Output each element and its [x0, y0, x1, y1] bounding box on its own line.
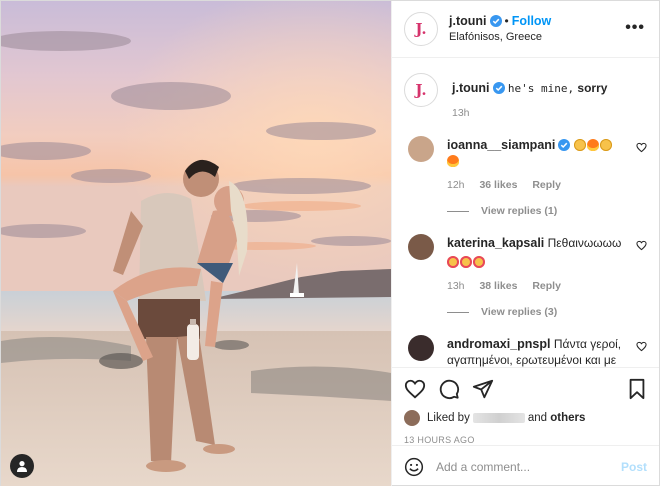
- caption-message-bold: sorry: [577, 81, 608, 95]
- comment-bubble-icon: [439, 379, 460, 400]
- comment-input[interactable]: [436, 459, 621, 474]
- share-button[interactable]: [472, 378, 494, 400]
- post-comment-button[interactable]: Post: [621, 460, 647, 474]
- emoji-smiley-icon[interactable]: [404, 457, 424, 477]
- star-struck-emoji-icon: [473, 256, 485, 268]
- like-comment-heart-icon[interactable]: [636, 142, 647, 153]
- post-header: J. j.touni • Follow Elafónisos, Greece •••: [392, 1, 659, 58]
- instagram-post-embed: J. j.touni • Follow Elafónisos, Greece •••…: [0, 0, 660, 486]
- heart-icon: [404, 379, 426, 399]
- action-icons-row: [404, 376, 647, 402]
- beach-couple-photo: [1, 1, 391, 486]
- comment-username[interactable]: ioanna__siampani: [447, 138, 555, 152]
- astonished-emoji-icon: [573, 139, 586, 151]
- avatar-logo-letter: J.: [415, 20, 427, 38]
- comment-text: ioanna__siampani: [447, 134, 625, 169]
- person-icon: [17, 461, 27, 472]
- comment-item: ioanna__siampani 12h 36 likes Reply View…: [404, 134, 647, 217]
- comment-item: andromaxi_pnspl Πάντα γεροί, αγαπημένοι,…: [404, 333, 647, 367]
- comment-likes[interactable]: 36 likes: [479, 179, 517, 191]
- post-time-ago[interactable]: 13 HOURS AGO: [404, 435, 647, 445]
- liker-avatar[interactable]: [404, 410, 420, 426]
- reply-button[interactable]: Reply: [532, 280, 561, 292]
- verified-badge-icon: [492, 82, 505, 94]
- comment-text: katerina_kapsali Πεθαινωωωω: [447, 232, 625, 270]
- fire-emoji-icon: [586, 139, 599, 151]
- comment-button[interactable]: [438, 378, 460, 400]
- blurred-username: [472, 413, 525, 423]
- author-info: j.touni • Follow Elafónisos, Greece: [449, 13, 551, 45]
- bookmark-icon: [629, 378, 645, 400]
- caption-message: he's mine,: [507, 82, 575, 95]
- view-replies-button[interactable]: View replies (3): [447, 306, 625, 318]
- caption-time: 13h: [452, 107, 647, 119]
- comment-meta: 13h 38 likes Reply: [447, 280, 625, 292]
- comments-section: J. j.touni he's mine, sorry 13h ioanna__…: [392, 58, 659, 367]
- caption-username[interactable]: j.touni: [452, 81, 490, 95]
- comment-text: andromaxi_pnspl Πάντα γεροί, αγαπημένοι,…: [447, 333, 625, 367]
- more-options-icon[interactable]: •••: [625, 19, 645, 37]
- header-dot-separator: •: [504, 14, 509, 28]
- like-comment-heart-icon[interactable]: [636, 240, 647, 251]
- post-sidebar: J. j.touni • Follow Elafónisos, Greece •••…: [391, 1, 659, 486]
- comment-time[interactable]: 12h: [447, 179, 465, 191]
- author-username[interactable]: j.touni: [449, 14, 487, 28]
- post-photo[interactable]: [1, 1, 391, 486]
- verified-badge-icon: [489, 15, 502, 27]
- comment-time[interactable]: 13h: [447, 280, 465, 292]
- star-struck-emoji-icon: [460, 256, 472, 268]
- save-button[interactable]: [627, 378, 647, 400]
- author-avatar[interactable]: J.: [404, 12, 438, 46]
- comment-avatar[interactable]: [408, 234, 434, 260]
- fire-emoji-icon: [447, 155, 459, 167]
- comment-body: ioanna__siampani 12h 36 likes Reply View…: [447, 134, 647, 217]
- follow-button[interactable]: Follow: [512, 14, 552, 28]
- comment-meta: 12h 36 likes Reply: [447, 179, 625, 191]
- caption-timestamp[interactable]: 13h: [452, 107, 470, 119]
- like-comment-heart-icon[interactable]: [636, 341, 647, 352]
- avatar-logo-letter: J.: [415, 81, 427, 99]
- comment-avatar[interactable]: [408, 136, 434, 162]
- tagged-users-button[interactable]: [10, 454, 34, 478]
- like-button[interactable]: [404, 378, 426, 400]
- post-actions: Liked by and others 13 HOURS AGO: [392, 367, 659, 445]
- reply-button[interactable]: Reply: [532, 179, 561, 191]
- post-location[interactable]: Elafónisos, Greece: [449, 29, 551, 45]
- liked-by-prefix: Liked by: [427, 412, 470, 424]
- paper-plane-icon: [472, 379, 494, 399]
- add-comment-bar: Post: [392, 445, 659, 486]
- post-caption: J. j.touni he's mine, sorry 13h: [404, 70, 647, 119]
- comment-body: katerina_kapsali Πεθαινωωωω 13h 38 likes…: [447, 232, 647, 318]
- liked-by-others-link[interactable]: others: [550, 412, 585, 424]
- caption-author-avatar[interactable]: J.: [404, 73, 438, 107]
- caption-body: j.touni he's mine, sorry 13h: [452, 70, 647, 119]
- caption-text: j.touni he's mine, sorry: [452, 70, 647, 97]
- comment-body: andromaxi_pnspl Πάντα γεροί, αγαπημένοι,…: [447, 333, 647, 367]
- comment-avatar[interactable]: [408, 335, 434, 361]
- star-struck-emoji-icon: [447, 256, 459, 268]
- liked-by-and: and: [527, 412, 548, 424]
- astonished-emoji-icon: [599, 139, 612, 151]
- comment-item: katerina_kapsali Πεθαινωωωω 13h 38 likes…: [404, 232, 647, 318]
- comment-username[interactable]: katerina_kapsali: [447, 236, 544, 250]
- verified-badge-icon: [558, 139, 571, 151]
- comment-likes[interactable]: 38 likes: [479, 280, 517, 292]
- comment-username[interactable]: andromaxi_pnspl: [447, 337, 551, 351]
- liked-by: Liked by and others: [404, 410, 647, 426]
- view-replies-button[interactable]: View replies (1): [447, 205, 625, 217]
- comment-message: Πεθαινωωωω: [547, 236, 622, 250]
